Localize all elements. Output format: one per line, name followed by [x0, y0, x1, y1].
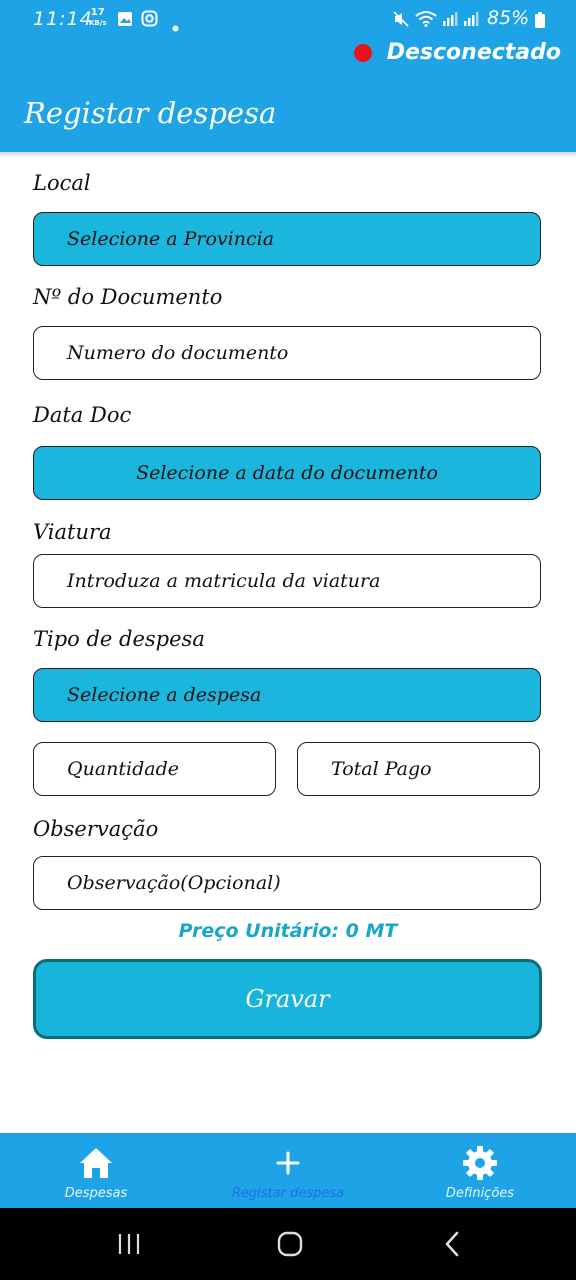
back-icon[interactable] — [443, 1230, 461, 1262]
quantity-input[interactable]: Quantidade — [33, 742, 276, 796]
status-bar: 11:14 17 KB/s 85% — [0, 0, 576, 36]
recent-apps-icon[interactable] — [117, 1232, 141, 1260]
mute-icon — [393, 10, 409, 32]
vehicle-label: Viatura — [33, 520, 112, 544]
quantity-placeholder: Quantidade — [67, 758, 179, 780]
vehicle-input[interactable]: Introduza a matricula da viatura — [33, 554, 541, 608]
connection-status-label: Desconectado — [386, 40, 561, 65]
nav-label-definicoes: Definições — [445, 1186, 515, 1201]
gallery-icon — [117, 10, 133, 32]
instagram-icon — [141, 10, 158, 32]
doc-date-value: Selecione a data do documento — [136, 462, 438, 484]
battery-percent: 85% — [487, 7, 530, 29]
doc-number-label: Nº do Documento — [33, 285, 223, 309]
total-paid-placeholder: Total Pago — [331, 758, 432, 780]
doc-date-picker[interactable]: Selecione a data do documento — [33, 446, 541, 500]
observation-input[interactable]: Observação(Opcional) — [33, 856, 541, 910]
unit-price: Preço Unitário: 0 MT — [178, 920, 398, 942]
observation-label: Observação — [33, 817, 159, 841]
app-bar: Desconectado Registar despesa — [0, 36, 576, 152]
battery-icon — [535, 11, 545, 33]
gear-icon — [462, 1143, 498, 1183]
network-speed: 17 KB/s — [89, 8, 106, 28]
local-label: Local — [33, 171, 91, 195]
network-speed-value: 17 — [90, 7, 105, 18]
nav-item-registar-despesa[interactable]: Registar despesa — [192, 1133, 384, 1208]
connection-status: Desconectado — [353, 40, 561, 65]
doc-number-input[interactable]: Numero do documento — [33, 326, 541, 380]
nav-label-despesas: Despesas — [64, 1186, 128, 1201]
nav-item-definicoes[interactable]: Definições — [384, 1133, 576, 1208]
signal-icon — [443, 10, 481, 32]
system-nav-bar — [0, 1208, 576, 1280]
page-title: Registar despesa — [24, 96, 277, 130]
province-select-value: Selecione a Provincia — [67, 228, 275, 250]
network-speed-unit: KB/s — [89, 19, 107, 27]
plus-icon — [275, 1143, 301, 1183]
doc-number-placeholder: Numero do documento — [67, 342, 289, 364]
expense-type-label: Tipo de despesa — [33, 627, 205, 651]
expense-type-value: Selecione a despesa — [67, 684, 262, 706]
status-dot-icon — [353, 43, 372, 62]
nav-label-registar-despesa: Registar despesa — [231, 1186, 345, 1201]
app-bar-shadow — [0, 152, 576, 158]
province-select[interactable]: Selecione a Provincia — [33, 212, 541, 266]
expense-type-select[interactable]: Selecione a despesa — [33, 668, 541, 722]
status-time: 11:14 — [33, 8, 93, 30]
total-paid-input[interactable]: Total Pago — [297, 742, 540, 796]
wifi-icon — [415, 10, 437, 32]
observation-placeholder: Observação(Opcional) — [67, 872, 281, 894]
home-button-icon[interactable] — [277, 1231, 303, 1261]
doc-date-label: Data Doc — [33, 403, 132, 427]
vehicle-placeholder: Introduza a matricula da viatura — [67, 570, 381, 592]
nav-item-despesas[interactable]: Despesas — [0, 1133, 192, 1208]
bottom-nav: Despesas Registar despesa Definições — [0, 1133, 576, 1208]
save-button[interactable]: Gravar — [33, 959, 542, 1039]
notification-dot-icon — [172, 15, 179, 37]
home-icon — [78, 1143, 114, 1183]
